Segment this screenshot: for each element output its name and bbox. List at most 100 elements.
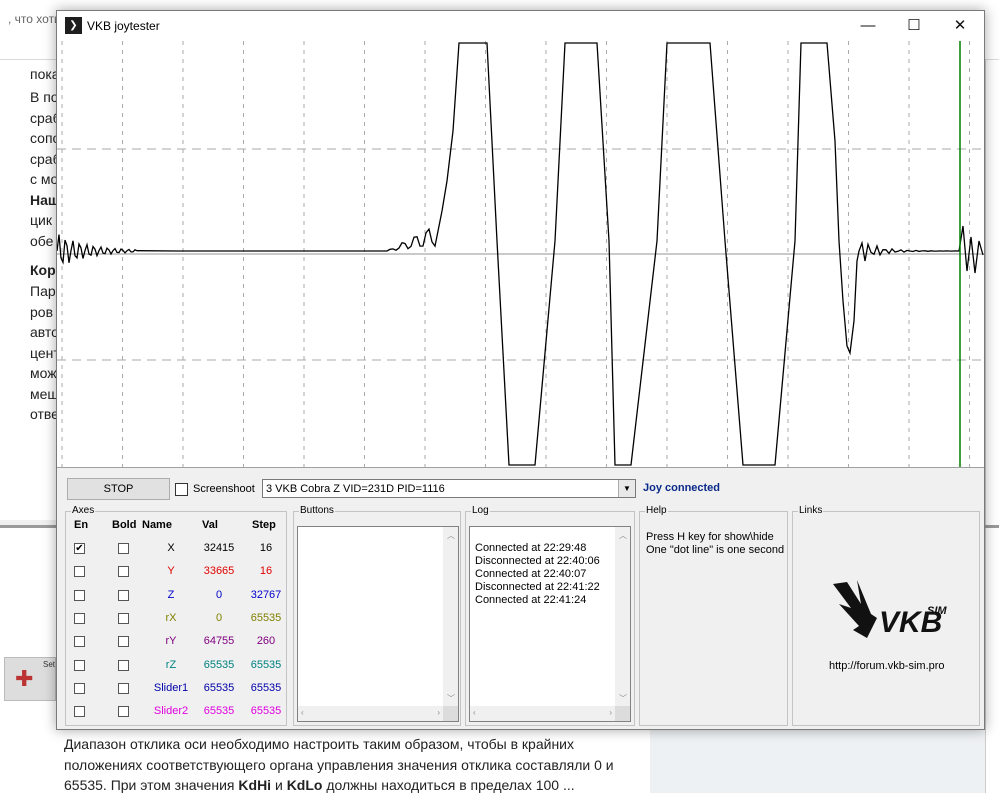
header-en: En xyxy=(74,519,89,531)
axis-row-z: Z 0 32767 xyxy=(66,585,286,607)
article-line: с мо xyxy=(30,171,59,187)
settings-thumbnail[interactable]: Set ✚ xyxy=(4,657,56,701)
axis-bold-checkbox[interactable] xyxy=(118,543,129,554)
buttons-legend: Buttons xyxy=(299,505,335,517)
axis-row-ry: rY 64755 260 xyxy=(66,631,286,653)
article-line: мож xyxy=(30,365,57,381)
axis-bold-checkbox[interactable] xyxy=(118,636,129,648)
window-title: VKB joytester xyxy=(87,19,160,33)
log-line: Connected at 22:29:48 xyxy=(475,542,587,554)
axis-step: 16 xyxy=(259,542,273,554)
buttons-group: Buttons ︿ ﹀ ‹ › xyxy=(293,505,461,726)
stop-button[interactable]: STOP xyxy=(67,478,170,500)
links-group: Links VKB SIM http://forum.vkb-sim.pro xyxy=(792,505,980,726)
log-line: Disconnected at 22:40:06 xyxy=(475,555,600,567)
axis-row-rz: rZ 65535 65535 xyxy=(66,655,286,677)
log-line: Disconnected at 22:41:22 xyxy=(475,581,600,593)
axis-enable-checkbox[interactable]: ✔ xyxy=(74,543,85,554)
log-line: Connected at 22:41:24 xyxy=(475,594,587,606)
axis-step: 260 xyxy=(256,635,276,648)
axis-step: 65535 xyxy=(250,705,282,718)
axis-val: 65535 xyxy=(203,658,235,671)
scrollbar-corner xyxy=(615,706,630,721)
header-val: Val xyxy=(202,519,218,531)
scroll-down-icon[interactable]: ﹀ xyxy=(619,693,627,704)
axis-bold-checkbox[interactable] xyxy=(118,589,129,601)
control-panel: STOP Screenshoot 3 VKB Cobra Z VID=231D … xyxy=(57,467,984,729)
joystick-icon: ✚ xyxy=(15,666,34,691)
axis-row-y: Y 33665 16 xyxy=(66,561,286,583)
axis-enable-checkbox[interactable] xyxy=(74,566,85,578)
axis-bold-checkbox[interactable] xyxy=(118,612,129,624)
axis-val: 64755 xyxy=(203,635,235,648)
forum-link[interactable]: http://forum.vkb-sim.pro xyxy=(829,660,945,672)
vertical-scrollbar[interactable]: ︿ ﹀ xyxy=(443,527,458,706)
maximize-button[interactable]: ☐ xyxy=(891,11,937,41)
device-select[interactable]: 3 VKB Cobra Z VID=231D PID=1116 ▼ xyxy=(262,479,636,498)
axis-row-slider1: Slider1 65535 65535 xyxy=(66,678,286,700)
header-name: Name xyxy=(142,519,172,531)
screenshot-label: Screenshoot xyxy=(193,483,255,495)
article-line: авто xyxy=(30,324,59,340)
close-button[interactable]: ✕ xyxy=(937,11,983,41)
connection-status: Joy connected xyxy=(643,482,721,494)
scroll-right-icon[interactable]: › xyxy=(609,708,612,717)
axis-bold-checkbox[interactable] xyxy=(118,566,129,578)
browser-scroll-area xyxy=(985,60,999,793)
axis-row-x: ✔ X 32415 16 xyxy=(66,538,286,560)
links-legend: Links xyxy=(798,505,824,517)
help-legend: Help xyxy=(645,505,668,517)
axis-row-slider2: Slider2 65535 65535 xyxy=(66,701,286,723)
vertical-scrollbar[interactable]: ︿ ﹀ xyxy=(615,527,630,706)
axis-bold-checkbox[interactable] xyxy=(118,706,129,718)
axis-enable-checkbox[interactable] xyxy=(74,659,85,671)
article-line: Пар xyxy=(30,283,56,299)
minimize-button[interactable]: — xyxy=(845,11,891,41)
axes-group: Axes En Bold Name Val Step ✔ X 32415 16 Y 336… xyxy=(65,505,287,726)
article-paragraph: Диапазон отклика оси необходимо настроит… xyxy=(64,736,614,793)
axes-legend: Axes xyxy=(71,505,96,517)
article-line: цик xyxy=(30,212,52,228)
horizontal-scrollbar[interactable]: ‹ › xyxy=(298,706,443,721)
axis-step: 65535 xyxy=(250,611,282,624)
help-group: Help Press H key for show\hide One "dot … xyxy=(639,505,788,726)
log-group: Log Connected at 22:29:48 Disconnected at… xyxy=(465,505,635,726)
chevron-down-icon[interactable]: ▼ xyxy=(618,480,635,497)
article-line: Кор xyxy=(30,262,56,278)
axis-plot xyxy=(57,41,984,467)
buttons-list[interactable]: ︿ ﹀ ‹ › xyxy=(297,526,459,722)
axis-step: 65535 xyxy=(250,658,282,671)
search-hint: , что хоти xyxy=(8,12,61,26)
help-line: One "dot line" is one second xyxy=(646,544,785,556)
scroll-down-icon[interactable]: ﹀ xyxy=(447,693,455,704)
axis-enable-checkbox[interactable] xyxy=(74,706,85,718)
screenshot-checkbox[interactable] xyxy=(175,483,188,496)
axis-val: 0 xyxy=(215,611,223,624)
log-list[interactable]: Connected at 22:29:48 Disconnected at 22:… xyxy=(469,526,631,722)
vkb-bird-icon: ❯ xyxy=(65,17,82,34)
axis-val: 0 xyxy=(215,588,223,601)
vkb-sim-logo: VKB SIM xyxy=(833,580,947,639)
axis-bold-checkbox[interactable] xyxy=(118,659,129,671)
scroll-left-icon[interactable]: ‹ xyxy=(301,708,304,717)
axis-val: 33665 xyxy=(203,565,235,578)
scroll-up-icon[interactable]: ︿ xyxy=(447,530,455,541)
axis-enable-checkbox[interactable] xyxy=(74,636,85,648)
article-line: ров xyxy=(30,304,54,320)
axis-bold-checkbox[interactable] xyxy=(118,682,129,694)
scroll-left-icon[interactable]: ‹ xyxy=(473,708,476,717)
thumbnail-label: Set xyxy=(43,660,56,669)
axis-enable-checkbox[interactable] xyxy=(74,589,85,601)
device-select-value: 3 VKB Cobra Z VID=231D PID=1116 xyxy=(266,483,445,495)
axis-enable-checkbox[interactable] xyxy=(74,612,85,624)
scroll-right-icon[interactable]: › xyxy=(437,708,440,717)
scroll-up-icon[interactable]: ︿ xyxy=(619,530,627,541)
axis-enable-checkbox[interactable] xyxy=(74,682,85,694)
header-step: Step xyxy=(252,519,276,531)
article-line: В по xyxy=(30,89,59,105)
horizontal-scrollbar[interactable]: ‹ › xyxy=(470,706,615,721)
title-bar[interactable]: ❯ VKB joytester — ☐ ✕ xyxy=(57,11,984,41)
axis-row-rx: rX 0 65535 xyxy=(66,608,286,630)
axis-step: 65535 xyxy=(250,681,282,694)
axis-step: 32767 xyxy=(250,588,282,601)
